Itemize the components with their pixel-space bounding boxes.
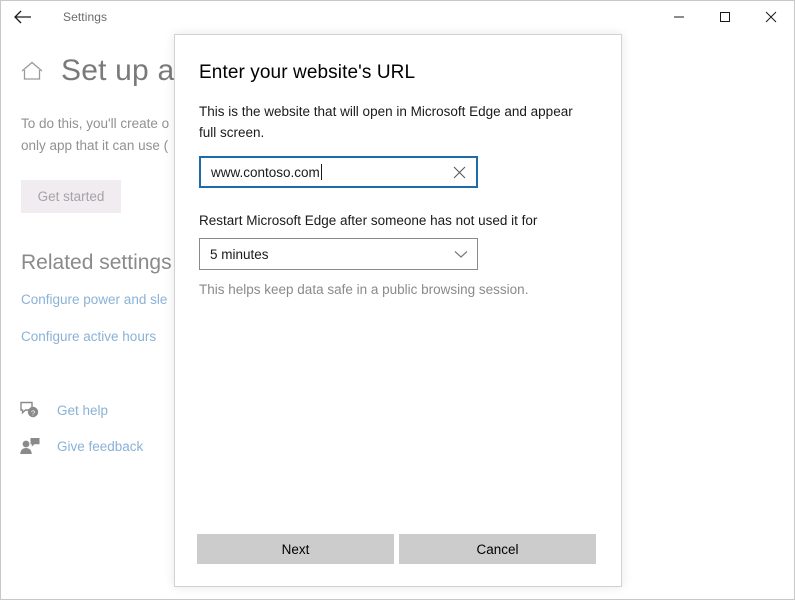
maximize-icon [719,11,731,23]
restart-timeout-value: 5 minutes [210,247,269,262]
window-controls [656,1,794,32]
settings-window: Settings [0,0,795,600]
maximize-button[interactable] [702,1,748,32]
dialog-title: Enter your website's URL [199,62,597,84]
dialog-description: This is the website that will open in Mi… [199,101,591,143]
url-input-value: www.contoso.com [211,165,320,180]
close-icon [453,166,466,179]
get-started-button[interactable]: Get started [21,180,121,213]
restart-timeout-select[interactable]: 5 minutes [199,238,478,270]
feedback-person-icon [19,436,41,456]
cancel-button[interactable]: Cancel [399,534,596,564]
help-bubble-icon: ? [19,400,41,420]
window-title: Settings [63,10,107,24]
back-button[interactable] [1,1,45,32]
clear-url-button[interactable] [448,158,470,186]
svg-text:?: ? [31,408,35,417]
dialog-actions: Next Cancel [197,534,596,564]
url-dialog: Enter your website's URL This is the web… [174,34,622,587]
arrow-left-icon [14,10,32,24]
text-caret [321,164,322,180]
close-button[interactable] [748,1,794,32]
close-icon [765,11,777,23]
url-input[interactable]: www.contoso.com [199,156,478,188]
title-bar: Settings [1,1,794,32]
get-help-label: Get help [57,403,108,418]
chevron-down-icon [454,239,468,269]
dialog-hint: This helps keep data safe in a public br… [199,282,597,297]
home-icon[interactable] [19,59,45,83]
next-button[interactable]: Next [197,534,394,564]
minimize-button[interactable] [656,1,702,32]
dialog-content: Enter your website's URL This is the web… [175,35,621,297]
minimize-icon [673,11,685,23]
give-feedback-label: Give feedback [57,439,143,454]
restart-edge-label: Restart Microsoft Edge after someone has… [199,213,597,228]
